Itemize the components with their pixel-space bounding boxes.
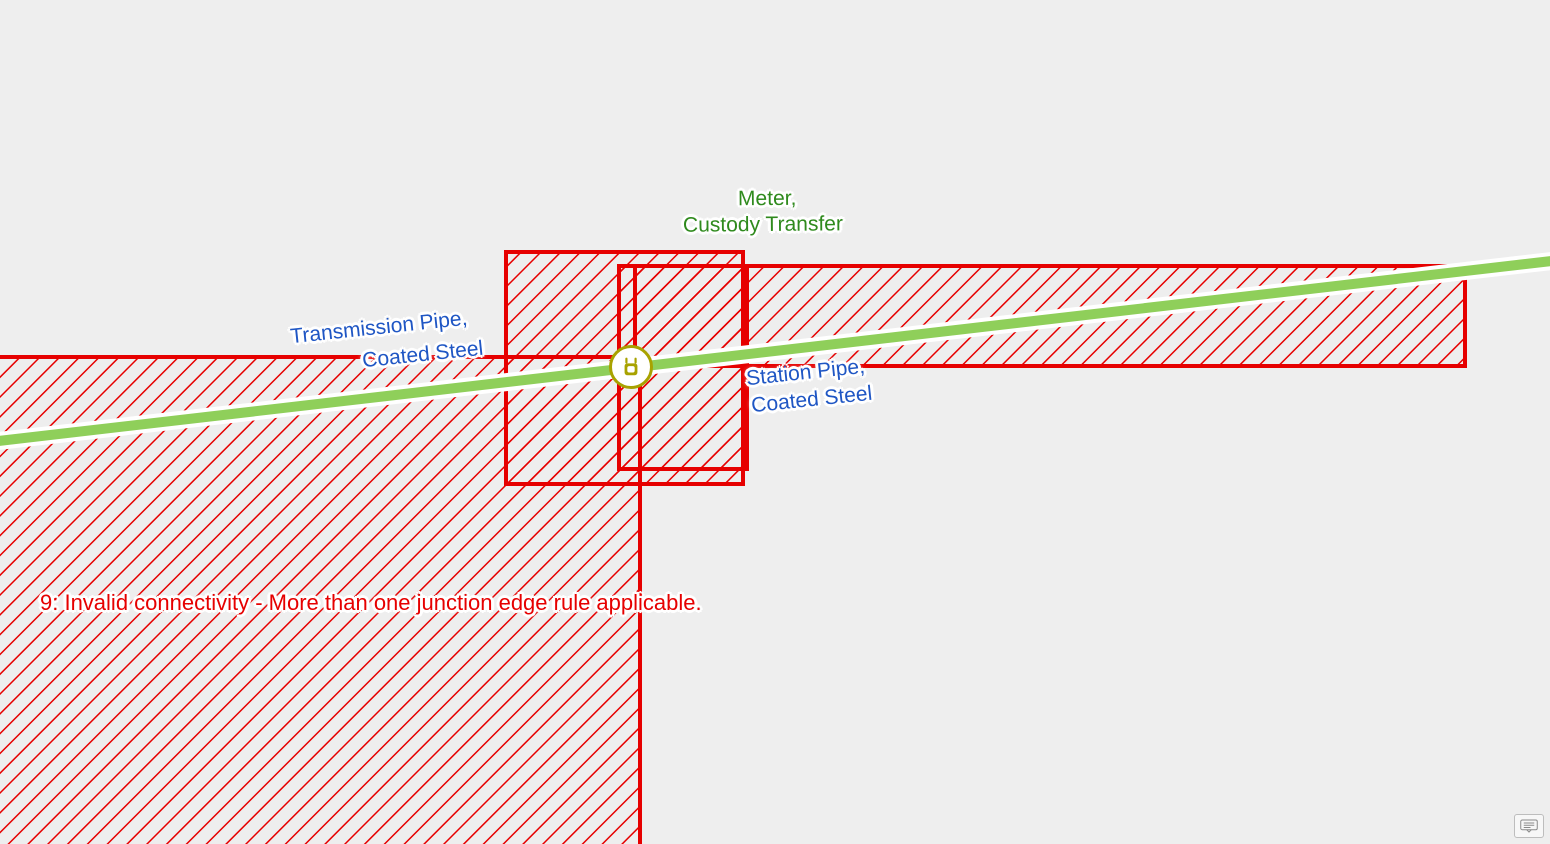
meter-junction-icon[interactable] xyxy=(609,345,653,389)
map-vector-layer xyxy=(0,0,1550,844)
error-overlay-group xyxy=(0,252,1465,844)
map-canvas[interactable]: Meter, Custody Transfer Transmission Pip… xyxy=(0,0,1550,844)
popup-icon xyxy=(1520,819,1538,833)
attribution-toggle-button[interactable] xyxy=(1514,814,1544,838)
